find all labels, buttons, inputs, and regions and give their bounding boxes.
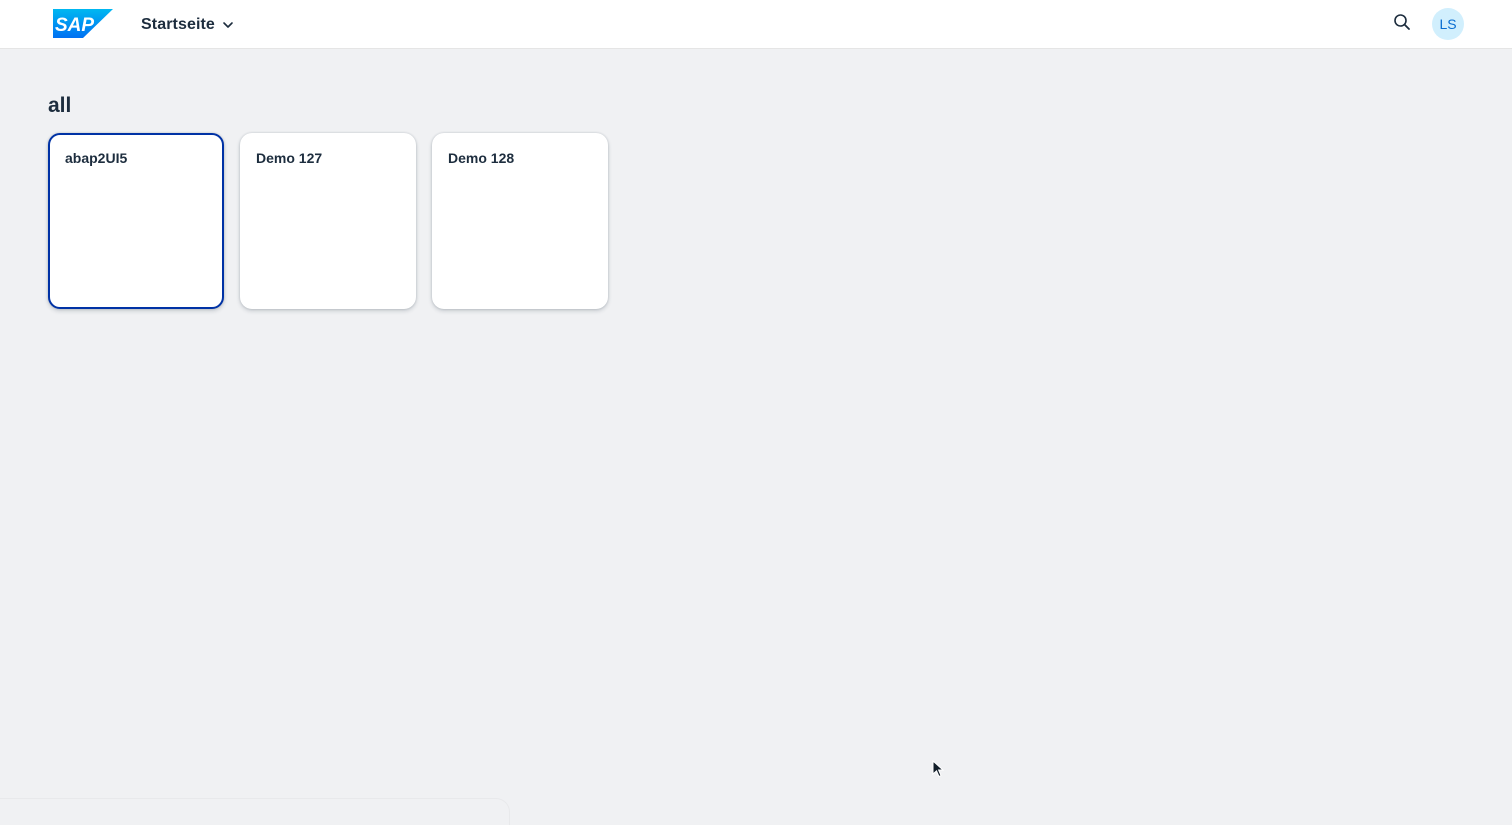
tile-title: Demo 128 bbox=[448, 150, 515, 166]
avatar-initials: LS bbox=[1439, 16, 1457, 32]
shell-title-menu[interactable]: Startseite bbox=[141, 14, 234, 36]
tile-demo-128[interactable]: Demo 128 bbox=[432, 133, 608, 309]
sap-logo[interactable]: SAP bbox=[53, 9, 113, 38]
bottom-panel-edge bbox=[0, 798, 510, 825]
mouse-pointer-icon bbox=[932, 759, 945, 778]
chevron-down-icon bbox=[222, 19, 234, 31]
tile-demo-127[interactable]: Demo 127 bbox=[240, 133, 416, 309]
search-button[interactable] bbox=[1388, 10, 1416, 38]
shell-header: SAP Startseite LS bbox=[0, 0, 1512, 49]
tile-abap2ui5[interactable]: abap2UI5 bbox=[48, 133, 224, 309]
tile-title: Demo 127 bbox=[256, 150, 323, 166]
shell-title: Startseite bbox=[141, 16, 215, 33]
section-title: all bbox=[48, 94, 72, 117]
sap-logo-graphic: SAP bbox=[53, 9, 113, 38]
search-icon bbox=[1393, 13, 1411, 36]
sap-logo-text: SAP bbox=[55, 15, 94, 36]
user-avatar[interactable]: LS bbox=[1432, 8, 1464, 40]
tile-title: abap2UI5 bbox=[65, 150, 128, 166]
